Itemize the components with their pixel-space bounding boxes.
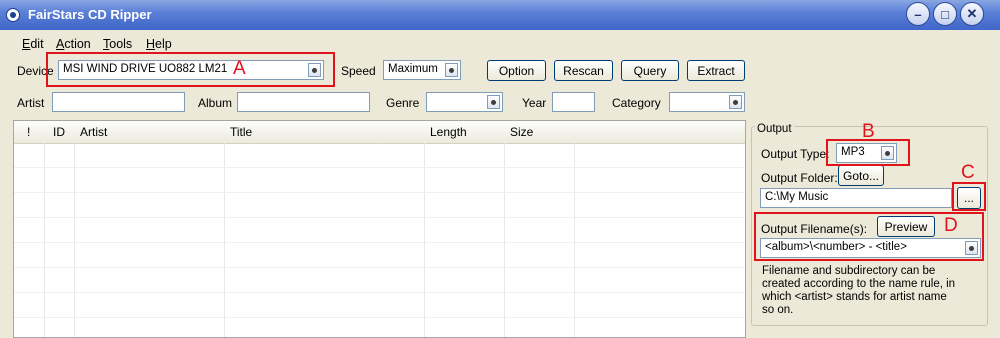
track-list-header: ! ID Artist Title Length Size <box>14 121 745 144</box>
maximize-icon: □ <box>941 6 949 22</box>
output-type-label: Output Type: <box>761 147 830 161</box>
annotation-box-b <box>826 139 910 166</box>
category-select[interactable] <box>669 92 745 112</box>
minimize-icon: – <box>914 6 922 22</box>
row-divider <box>14 267 745 268</box>
window-title: FairStars CD Ripper <box>28 7 152 22</box>
column-header-title[interactable]: Title <box>230 125 252 139</box>
category-label: Category <box>612 96 661 110</box>
query-button[interactable]: Query <box>621 60 679 81</box>
genre-select[interactable] <box>426 92 503 112</box>
row-divider <box>14 192 745 193</box>
output-group-title: Output <box>755 123 794 135</box>
column-header-flag[interactable]: ! <box>27 125 30 139</box>
genre-label: Genre <box>386 96 420 110</box>
dropdown-icon[interactable] <box>729 95 742 109</box>
row-divider <box>14 292 745 293</box>
minimize-button[interactable]: – <box>906 2 930 26</box>
speed-select-value: Maximum <box>388 63 438 75</box>
annotation-label-a: A <box>233 58 246 79</box>
filename-help-text: Filename and subdirectory can be created… <box>762 265 955 317</box>
album-input[interactable] <box>237 92 370 112</box>
close-icon: ✕ <box>966 6 978 21</box>
annotation-label-b: B <box>862 121 875 142</box>
column-divider <box>74 143 75 337</box>
track-list[interactable]: ! ID Artist Title Length Size <box>13 120 746 338</box>
help-line: so on. <box>762 304 794 316</box>
column-header-length[interactable]: Length <box>430 125 467 139</box>
artist-label: Artist <box>17 96 45 110</box>
annotation-box-a <box>46 52 335 87</box>
menu-help[interactable]: Help <box>146 37 172 51</box>
output-folder-label: Output Folder: <box>761 171 838 185</box>
annotation-box-c <box>952 182 986 211</box>
help-line: which <artist> stands for artist name <box>762 291 947 303</box>
menu-edit[interactable]: Edit <box>22 37 44 51</box>
column-header-artist[interactable]: Artist <box>80 125 107 139</box>
annotation-label-c: C <box>961 162 975 183</box>
maximize-button[interactable]: □ <box>933 2 957 26</box>
row-divider <box>14 242 745 243</box>
row-divider <box>14 217 745 218</box>
column-divider <box>424 143 425 337</box>
column-header-id[interactable]: ID <box>53 125 65 139</box>
speed-label: Speed <box>341 64 376 78</box>
row-divider <box>14 317 745 318</box>
option-button[interactable]: Option <box>487 60 546 81</box>
annotation-label-d: D <box>944 215 958 236</box>
dropdown-icon[interactable] <box>487 95 500 109</box>
column-divider <box>504 143 505 337</box>
column-header-size[interactable]: Size <box>510 125 533 139</box>
goto-button[interactable]: Goto... <box>838 165 884 186</box>
year-input[interactable] <box>552 92 595 112</box>
help-line: Filename and subdirectory can be <box>762 265 936 277</box>
column-divider <box>224 143 225 337</box>
dropdown-icon[interactable] <box>445 63 458 77</box>
menu-action[interactable]: Action <box>56 37 91 51</box>
app-icon[interactable] <box>6 8 20 22</box>
menu-tools[interactable]: Tools <box>103 37 132 51</box>
help-line: created according to the name rule, in <box>762 278 956 290</box>
year-label: Year <box>522 96 547 110</box>
output-folder-input[interactable]: C:\My Music <box>760 188 952 208</box>
speed-select[interactable]: Maximum <box>383 60 461 80</box>
artist-input[interactable] <box>52 92 185 112</box>
column-divider <box>44 143 45 337</box>
close-button[interactable]: ✕ <box>960 2 984 26</box>
album-label: Album <box>198 96 233 110</box>
row-divider <box>14 167 745 168</box>
rescan-button[interactable]: Rescan <box>554 60 613 81</box>
column-divider <box>574 143 575 337</box>
extract-button[interactable]: Extract <box>687 60 745 81</box>
